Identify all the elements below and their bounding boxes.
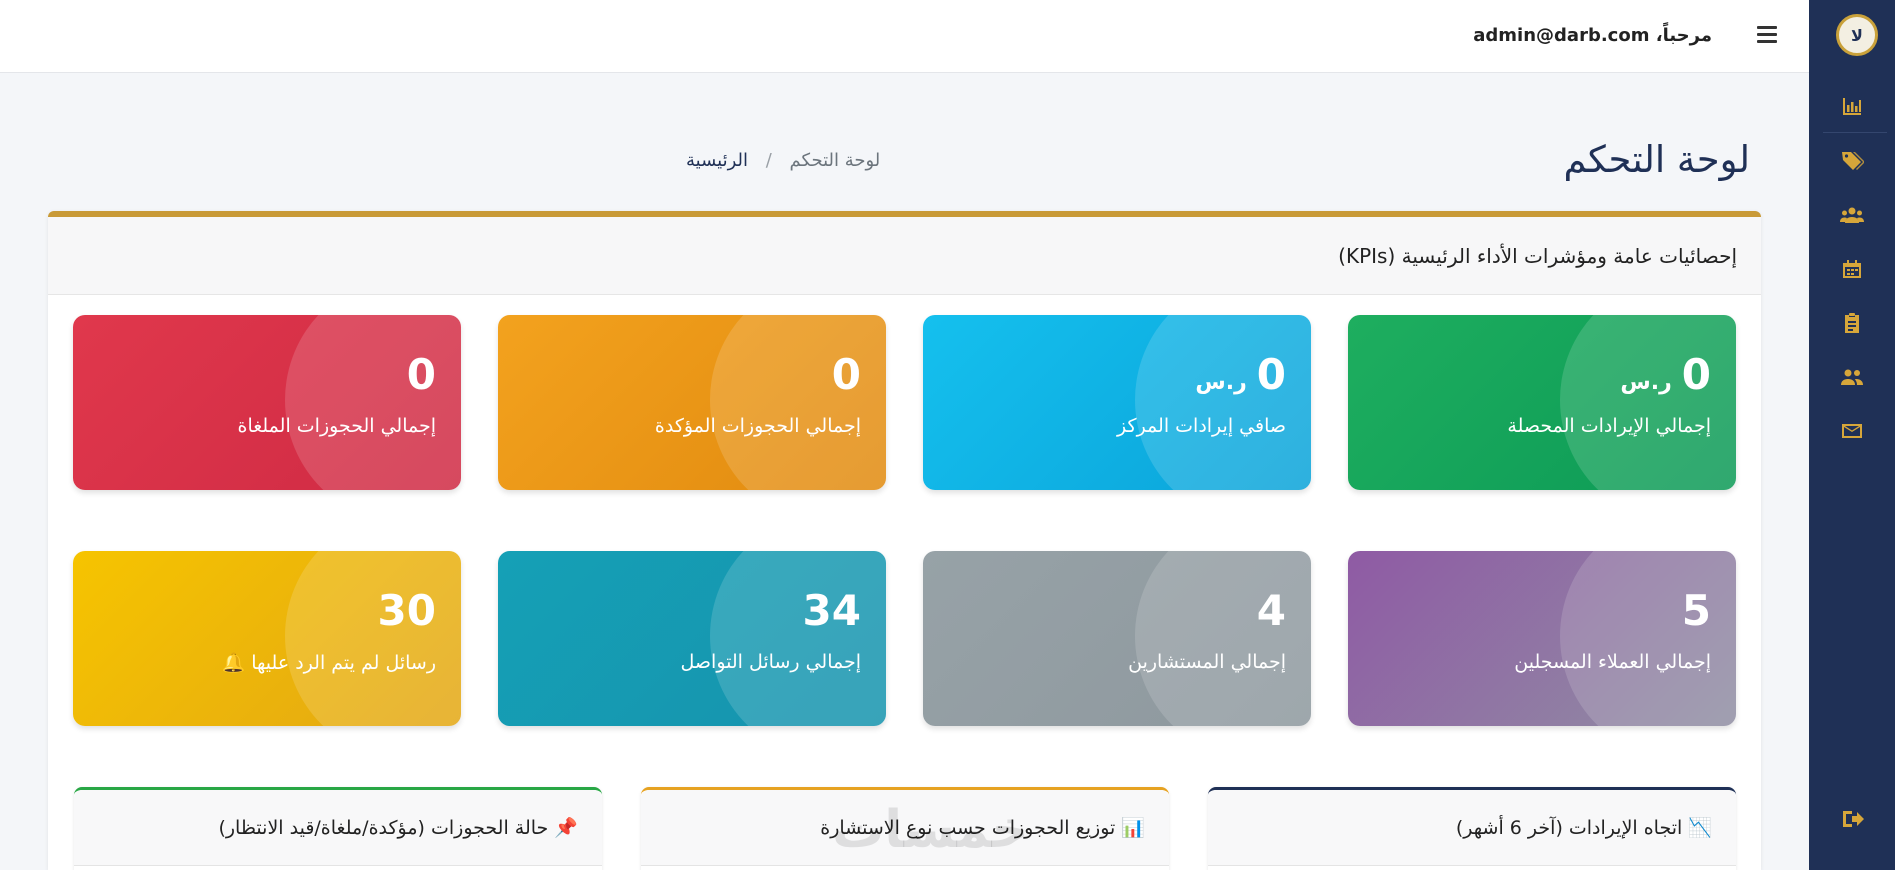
revenue-trend-panel: 📉 اتجاه الإيرادات (آخر 6 أشهر) [1208, 787, 1736, 870]
kpi-card-unanswered-messages[interactable]: 30 رسائل لم يتم الرد عليها 🔔 [73, 551, 461, 726]
sidebar-item-customers[interactable] [1809, 188, 1895, 242]
breadcrumb-separator: / [765, 150, 772, 171]
kpi-value: 0 [1256, 350, 1286, 399]
sidebar-divider [1823, 132, 1887, 133]
kpi-value: 0 [831, 350, 861, 399]
kpi-label: إجمالي الحجوزات المؤكدة [654, 415, 861, 437]
breadcrumb-current: لوحة التحكم [789, 150, 881, 171]
kpi-label: إجمالي العملاء المسجلين [1514, 651, 1711, 673]
breadcrumb-home-link[interactable]: الرئيسية [686, 150, 748, 171]
kpi-unit: ر.س [1620, 370, 1672, 395]
kpi-value: 0 [1681, 350, 1711, 399]
users-icon [1840, 207, 1864, 223]
kpi-card-contact-messages[interactable]: 34 إجمالي رسائل التواصل [498, 551, 886, 726]
breadcrumb: لوحة التحكم / الرئيسية [686, 150, 880, 171]
kpi-value: 0 [406, 350, 436, 399]
kpi-card-confirmed-bookings[interactable]: 0 إجمالي الحجوزات المؤكدة [498, 315, 886, 490]
kpi-value: 4 [1256, 586, 1286, 635]
booking-status-panel: 📌 حالة الحجوزات (مؤكدة/ملغاة/قيد الانتظا… [74, 787, 602, 870]
kpi-label: صافي إيرادات المركز [1117, 415, 1286, 437]
kpi-value: 34 [802, 586, 861, 635]
tags-icon [1842, 152, 1864, 170]
kpi-unit: ر.س [1195, 370, 1247, 395]
kpi-panel: إحصائيات عامة ومؤشرات الأداء الرئيسية (K… [48, 211, 1761, 870]
logout-button[interactable] [1809, 792, 1895, 846]
kpi-card-collected-revenue[interactable]: 0 ر.س إجمالي الإيرادات المحصلة [1348, 315, 1736, 490]
sidebar-item-services[interactable] [1809, 296, 1895, 350]
watermark: خمسات [832, 800, 1030, 860]
kpi-label: إجمالي المستشارين [1128, 651, 1286, 673]
sign-out-icon [1843, 811, 1864, 827]
kpi-panel-title: إحصائيات عامة ومؤشرات الأداء الرئيسية (K… [1338, 243, 1737, 268]
kpi-label: رسائل لم يتم الرد عليها 🔔 [221, 652, 436, 674]
kpi-label: إجمالي الإيرادات المحصلة [1507, 415, 1711, 437]
kpi-card-registered-customers[interactable]: 5 إجمالي العملاء المسجلين [1348, 551, 1736, 726]
kpi-panel-header: إحصائيات عامة ومؤشرات الأداء الرئيسية (K… [48, 217, 1761, 295]
chart-bar-icon [1843, 98, 1861, 115]
kpi-card-cancelled-bookings[interactable]: 0 إجمالي الحجوزات الملغاة [73, 315, 461, 490]
kpi-card-net-revenue[interactable]: 0 ر.س صافي إيرادات المركز [923, 315, 1311, 490]
sidebar: ﻻ [1809, 0, 1895, 870]
sidebar-item-offers[interactable] [1809, 134, 1895, 188]
page-title: لوحة التحكم [1563, 138, 1750, 181]
menu-toggle-icon[interactable] [1757, 26, 1777, 44]
top-header: مرحباً، admin@darb.com [0, 0, 1809, 73]
kpi-card-consultants[interactable]: 4 إجمالي المستشارين [923, 551, 1311, 726]
booking-status-title: 📌 حالة الحجوزات (مؤكدة/ملغاة/قيد الانتظا… [218, 817, 578, 839]
envelope-icon [1842, 424, 1862, 438]
kpi-label: إجمالي الحجوزات الملغاة [237, 415, 436, 437]
kpi-value: 5 [1681, 586, 1711, 635]
calendar-icon [1843, 260, 1861, 278]
sidebar-item-reports[interactable] [1809, 79, 1895, 133]
sidebar-item-bookings[interactable] [1809, 242, 1895, 296]
logo[interactable]: ﻻ [1836, 14, 1878, 56]
kpi-value: 30 [377, 586, 436, 635]
user-friends-icon [1841, 369, 1863, 385]
sidebar-item-consultants[interactable] [1809, 350, 1895, 404]
sidebar-item-messages[interactable] [1809, 404, 1895, 458]
clipboard-icon [1845, 313, 1859, 333]
welcome-text: مرحباً، admin@darb.com [1473, 25, 1712, 46]
revenue-trend-title: 📉 اتجاه الإيرادات (آخر 6 أشهر) [1455, 817, 1712, 839]
kpi-label: إجمالي رسائل التواصل [680, 651, 861, 673]
